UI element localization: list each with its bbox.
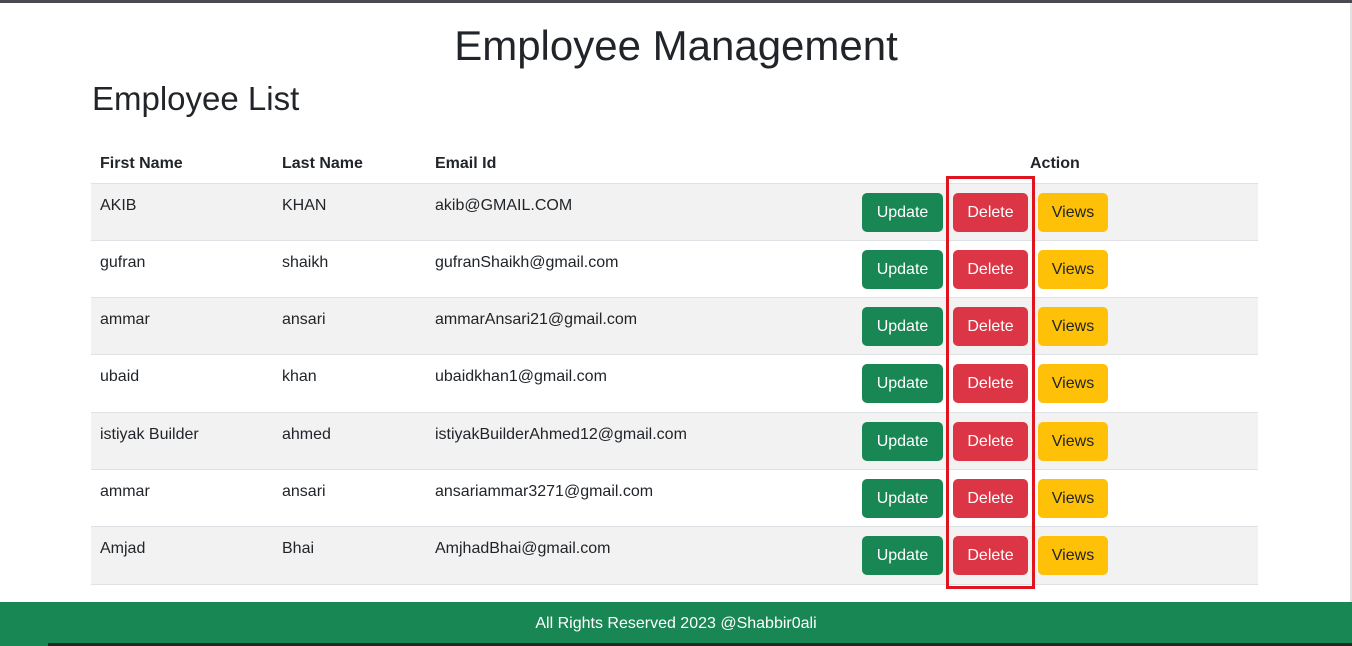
cell-last-name: Bhai <box>273 526 426 585</box>
delete-button[interactable]: Delete <box>953 364 1028 404</box>
column-header-last-name: Last Name <box>273 145 426 184</box>
delete-button[interactable]: Delete <box>953 478 1028 518</box>
cell-last-name: khan <box>273 354 426 413</box>
table-row: ubaid khan ubaidkhan1@gmail.com Update Delet… <box>91 354 1258 413</box>
cell-first-name: ubaid <box>91 354 273 413</box>
cell-email: ansariammar3271@gmail.com <box>426 469 862 528</box>
cell-email: ammarAnsari21@gmail.com <box>426 297 862 356</box>
views-button[interactable]: Views <box>1038 364 1108 404</box>
cell-last-name: ansari <box>273 469 426 528</box>
footer: All Rights Reserved 2023 @Shabbir0ali <box>0 602 1352 646</box>
delete-button[interactable]: Delete <box>953 307 1028 347</box>
table-row: gufran shaikh gufranShaikh@gmail.com Update… <box>91 240 1258 299</box>
cell-last-name: ansari <box>273 297 426 356</box>
table-row: ammar ansari ammarAnsari21@gmail.com Update… <box>91 297 1258 356</box>
employee-table: First Name Last Name Email Id Action AKI… <box>91 145 1258 585</box>
cell-actions: Update Delete Views <box>862 297 1258 356</box>
cell-last-name: shaikh <box>273 240 426 299</box>
page-title: Employee Management <box>454 22 898 69</box>
views-button[interactable]: Views <box>1038 192 1108 232</box>
cell-email: akib@GMAIL.COM <box>426 183 862 241</box>
window-top-border <box>0 0 1352 3</box>
cell-actions: Update Delete Views <box>862 354 1258 413</box>
views-button[interactable]: Views <box>1038 249 1108 289</box>
cell-actions: Update Delete Views <box>862 469 1258 528</box>
table-row: AKIB KHAN akib@GMAIL.COM Update Delete Views <box>91 183 1258 241</box>
update-button[interactable]: Update <box>862 249 943 289</box>
update-button[interactable]: Update <box>862 364 943 404</box>
delete-button[interactable]: Delete <box>953 192 1028 232</box>
cell-actions: Update Delete Views <box>862 183 1258 241</box>
cell-first-name: Amjad <box>91 526 273 585</box>
update-button[interactable]: Update <box>862 307 943 347</box>
delete-button[interactable]: Delete <box>953 421 1028 461</box>
cell-first-name: gufran <box>91 240 273 299</box>
cell-first-name: istiyak Builder <box>91 412 273 470</box>
cell-first-name: ammar <box>91 297 273 356</box>
table-header-row: First Name Last Name Email Id Action <box>91 145 1258 184</box>
cell-actions: Update Delete Views <box>862 526 1258 585</box>
cell-email: gufranShaikh@gmail.com <box>426 240 862 299</box>
views-button[interactable]: Views <box>1038 421 1108 461</box>
column-header-action-label: Action <box>1030 154 1080 172</box>
column-header-action: Action <box>862 145 1258 184</box>
update-button[interactable]: Update <box>862 421 943 461</box>
cell-first-name: AKIB <box>91 183 273 241</box>
views-button[interactable]: Views <box>1038 536 1108 576</box>
table-row: ammar ansari ansariammar3271@gmail.com Upda… <box>91 469 1258 528</box>
cell-email: istiyakBuilderAhmed12@gmail.com <box>426 412 862 470</box>
cell-last-name: ahmed <box>273 412 426 470</box>
cell-actions: Update Delete Views <box>862 240 1258 299</box>
column-header-first-name: First Name <box>91 145 273 184</box>
views-button[interactable]: Views <box>1038 478 1108 518</box>
cell-last-name: KHAN <box>273 183 426 241</box>
cell-first-name: ammar <box>91 469 273 528</box>
employee-list-title: Employee List <box>92 80 300 117</box>
cell-email: ubaidkhan1@gmail.com <box>426 354 862 413</box>
cell-actions: Update Delete Views <box>862 412 1258 470</box>
footer-text: All Rights Reserved 2023 @Shabbir0ali <box>535 615 817 632</box>
table-row: Amjad Bhai AmjhadBhai@gmail.com Update Delet… <box>91 526 1258 585</box>
column-header-email: Email Id <box>426 145 862 184</box>
update-button[interactable]: Update <box>862 536 943 576</box>
cell-email: AmjhadBhai@gmail.com <box>426 526 862 585</box>
update-button[interactable]: Update <box>862 478 943 518</box>
update-button[interactable]: Update <box>862 192 943 232</box>
table-row: istiyak Builder ahmed istiyakBuilderAhmed1… <box>91 412 1258 470</box>
delete-button[interactable]: Delete <box>953 249 1028 289</box>
views-button[interactable]: Views <box>1038 307 1108 347</box>
delete-button[interactable]: Delete <box>953 536 1028 576</box>
